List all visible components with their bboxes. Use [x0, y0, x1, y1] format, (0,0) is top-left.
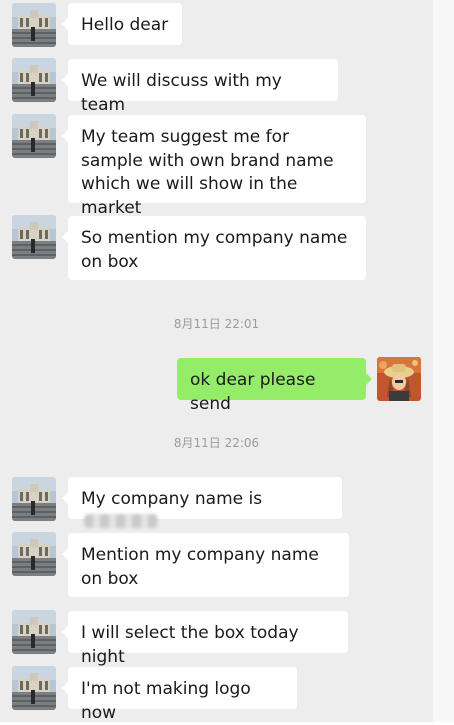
contact-avatar[interactable] — [12, 3, 56, 47]
contact-avatar[interactable] — [12, 215, 56, 259]
message-text: I'm not making logo now — [81, 679, 251, 723]
message-bubble[interactable]: My team suggest me for sample with own b… — [62, 115, 366, 218]
contact-avatar[interactable] — [12, 114, 56, 158]
message-text: Mention my company name on box — [81, 545, 319, 589]
message-bubble-outgoing[interactable]: ok dear please send — [177, 358, 372, 414]
timestamp: 8月11日 22:06 — [173, 436, 260, 450]
message-bubble[interactable]: We will discuss with my team — [62, 59, 338, 115]
message-bubble[interactable]: So mention my company name on box — [62, 216, 366, 280]
redacted-company-name — [84, 514, 158, 528]
contact-avatar[interactable] — [12, 532, 56, 576]
message-text: My team suggest me for sample with own b… — [81, 127, 334, 218]
message-text: ok dear please send — [190, 370, 316, 414]
message-bubble[interactable]: My company name is — [62, 477, 342, 528]
contact-avatar[interactable] — [12, 610, 56, 654]
message-bubble[interactable]: Hello dear — [62, 3, 182, 45]
side-panel — [433, 0, 454, 722]
message-bubble[interactable]: I will select the box today night — [62, 611, 348, 667]
contact-avatar[interactable] — [12, 477, 56, 521]
message-text: So mention my company name on box — [81, 228, 348, 272]
message-text: We will discuss with my team — [81, 71, 282, 115]
message-text: I will select the box today night — [81, 623, 299, 667]
message-bubble[interactable]: I'm not making logo now — [62, 667, 297, 723]
contact-avatar[interactable] — [12, 666, 56, 710]
message-text: Hello dear — [81, 15, 169, 35]
message-text: My company name is — [81, 489, 263, 509]
message-bubble[interactable]: Mention my company name on box — [62, 533, 349, 597]
self-avatar[interactable] — [377, 357, 421, 401]
contact-avatar[interactable] — [12, 58, 56, 102]
chat-area[interactable]: Hello dear We will discuss with my team — [0, 0, 433, 723]
timestamp: 8月11日 22:01 — [173, 317, 260, 331]
